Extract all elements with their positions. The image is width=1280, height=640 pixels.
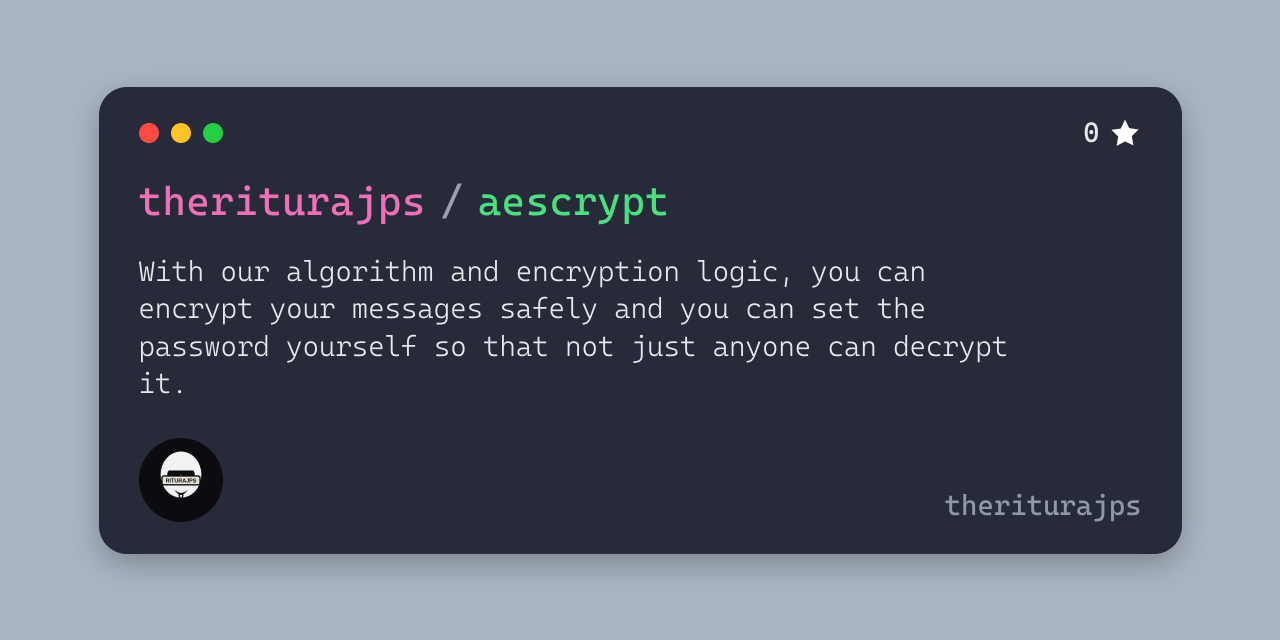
star-count[interactable]: 0 <box>1083 116 1141 150</box>
avatar-mask-icon: RITURAJPS <box>147 446 215 514</box>
repo-owner[interactable]: theriturajps <box>139 179 426 225</box>
repo-name[interactable]: aescrypt <box>478 179 670 225</box>
window-topbar: 0 <box>139 119 1142 147</box>
maximize-dot-icon[interactable] <box>203 123 223 143</box>
repo-title: theriturajps / aescrypt <box>139 179 1142 225</box>
traffic-lights <box>139 123 223 143</box>
avatar[interactable]: RITURAJPS <box>139 438 223 522</box>
svg-text:RITURAJPS: RITURAJPS <box>165 478 196 484</box>
minimize-dot-icon[interactable] <box>171 123 191 143</box>
card-footer: RITURAJPS theriturajps <box>139 438 1142 522</box>
repo-description: With our algorithm and encryption logic,… <box>139 253 1039 403</box>
footer-handle[interactable]: theriturajps <box>945 489 1142 522</box>
star-count-value: 0 <box>1083 116 1099 149</box>
repo-card: 0 theriturajps / aescrypt With our algor… <box>99 87 1182 554</box>
star-icon <box>1108 116 1142 150</box>
repo-separator: / <box>440 179 464 225</box>
close-dot-icon[interactable] <box>139 123 159 143</box>
